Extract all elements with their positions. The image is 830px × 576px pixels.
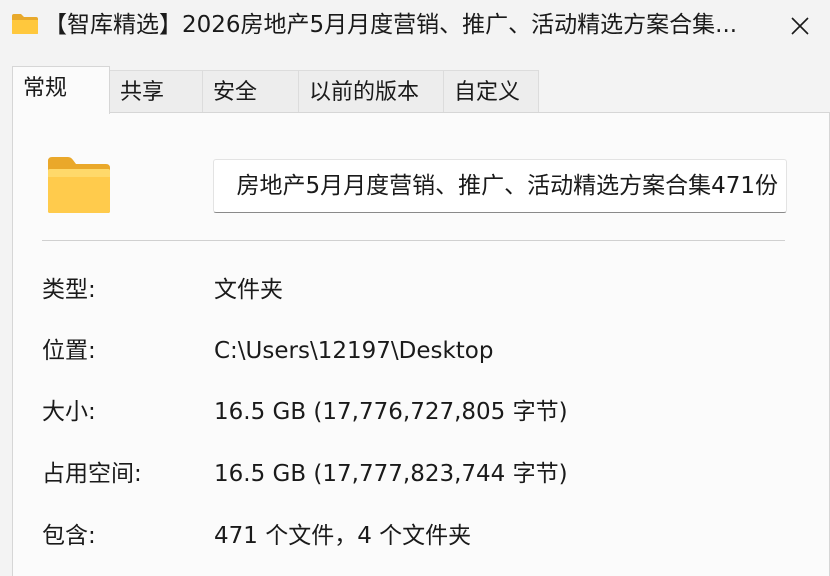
tab-customize[interactable]: 自定义 [443,70,539,114]
tab-previous-versions[interactable]: 以前的版本 [298,70,444,114]
window-title: 【智库精选】2026房地产5月月度营销、推广、活动精选方案合集... [44,12,738,38]
properties-window: 【智库精选】2026房地产5月月度营销、推广、活动精选方案合集... 常规 共享… [0,0,830,576]
divider [42,240,785,241]
tab-security[interactable]: 安全 [202,70,299,114]
size-on-disk-label: 占用空间: [42,461,142,487]
type-label: 类型: [42,277,96,303]
tab-strip: 常规 共享 安全 以前的版本 自定义 [12,66,539,114]
location-value: C:\Users\12197\Desktop [214,338,494,364]
type-value: 文件夹 [214,277,283,303]
location-label: 位置: [42,338,96,364]
folder-icon [12,14,38,34]
folder-icon [48,157,110,213]
size-on-disk-value: 16.5 GB (17,777,823,744 字节) [214,461,568,487]
folder-name-input[interactable]: 房地产5月月度营销、推广、活动精选方案合集471份 [213,159,787,213]
close-button[interactable] [772,6,828,46]
tab-sharing[interactable]: 共享 [109,70,203,114]
folder-name-value: 房地产5月月度营销、推广、活动精选方案合集471份 [236,173,778,199]
size-value: 16.5 GB (17,776,727,805 字节) [214,399,568,425]
title-bar: 【智库精选】2026房地产5月月度营销、推广、活动精选方案合集... [0,0,830,52]
size-label: 大小: [42,399,96,425]
contains-label: 包含: [42,523,96,549]
contains-value: 471 个文件，4 个文件夹 [214,523,472,549]
tab-general[interactable]: 常规 [12,66,110,114]
close-icon [791,17,809,35]
